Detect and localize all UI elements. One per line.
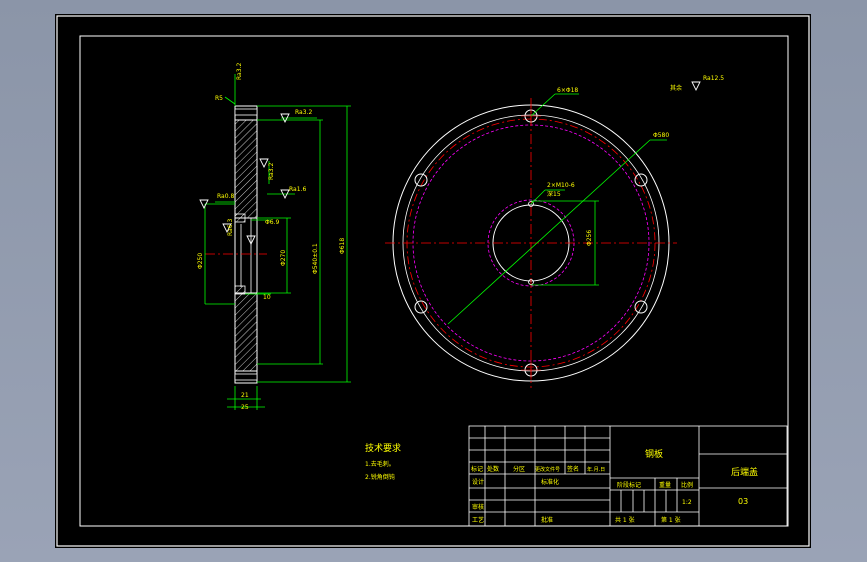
tb-header-zone: 分区 xyxy=(513,465,525,473)
pcd-label: Φ580 xyxy=(653,132,669,139)
dim-inner-finish: Ra1.6 xyxy=(289,186,306,193)
tb-process: 工艺 xyxy=(472,516,484,524)
dim-dia-outer: Φ618 xyxy=(339,238,346,254)
groove-bottom xyxy=(234,285,246,295)
cad-drawing: Ra3.2 R5 Ra3.2 Ra3.2 Ra1.6 Ra0.8 Φ6.9 Ra… xyxy=(56,15,810,547)
rest-finish-prefix: 其余 xyxy=(670,84,682,92)
groove-top xyxy=(234,213,246,223)
tb-part-name: 钢板 xyxy=(645,448,663,460)
dim-dia-bore: Φ270 xyxy=(280,250,287,266)
notes-title: 技术要求 xyxy=(365,442,401,454)
tb-header-docno: 更改文件号 xyxy=(535,466,560,473)
notes-item-2: 2.锐角倒钝 xyxy=(365,473,395,481)
dim-face-finish: Ra3.2 xyxy=(295,109,312,116)
dim-step: 10 xyxy=(263,294,271,301)
dim-bore-finish: Ra0.8 xyxy=(217,193,234,200)
dim-width-total: 25 xyxy=(241,404,249,411)
tb-stage: 阶段标记 xyxy=(617,481,641,489)
tb-review: 审核 xyxy=(472,503,484,511)
tb-drawing-no: 03 xyxy=(738,497,748,506)
section-hatch-upper xyxy=(234,119,258,219)
section-view: Ra3.2 R5 Ra3.2 Ra3.2 Ra1.6 Ra0.8 Φ6.9 Ra… xyxy=(197,63,351,411)
tb-standardize: 标准化 xyxy=(541,478,559,486)
section-hole-top xyxy=(234,108,258,116)
bolt-hole-2 xyxy=(634,173,648,187)
tb-drawing-name: 后端盖 xyxy=(731,466,758,478)
tb-header-date: 年.月.日 xyxy=(587,466,605,473)
section-hole-bottom xyxy=(234,373,258,381)
dim-outer-finish: Ra6.3 xyxy=(227,219,234,236)
tb-sheet-no: 第 1 张 xyxy=(661,516,681,524)
bolt-hole-6 xyxy=(414,173,428,187)
tb-approve: 批准 xyxy=(541,516,553,524)
section-hatch-lower xyxy=(234,292,258,372)
bore-label: Φ256 xyxy=(586,230,593,246)
tb-weight: 重量 xyxy=(659,481,671,489)
dim-dia-inner: Φ250 xyxy=(197,253,204,269)
tb-scale-value: 1:2 xyxy=(682,499,692,506)
notes-item-1: 1.去毛刺。 xyxy=(365,460,395,468)
dim-dia-groove: Φ6.9 xyxy=(265,219,279,226)
dim-width-inner: 21 xyxy=(241,392,249,399)
inner-frame xyxy=(79,35,789,527)
plan-view: 6×Φ18 Φ580 2×M10-6 深15 Φ256 其余 Ra12.5 xyxy=(385,75,724,388)
tb-header-count: 处数 xyxy=(487,465,499,473)
tapped-depth: 深15 xyxy=(547,190,561,198)
dim-top-size: Ra3.2 xyxy=(236,63,243,80)
tb-header-mark: 标记 xyxy=(471,465,483,473)
tb-sheets: 共 1 张 xyxy=(615,516,635,524)
section-bore xyxy=(234,217,258,294)
dim-chamfer: R5 xyxy=(215,95,223,102)
rest-finish: Ra12.5 xyxy=(703,75,724,82)
cad-viewport[interactable]: Ra3.2 R5 Ra3.2 Ra3.2 Ra1.6 Ra0.8 Φ6.9 Ra… xyxy=(55,14,811,548)
tb-scale: 比例 xyxy=(681,481,693,489)
tb-header-sign: 签名 xyxy=(567,465,579,473)
dim-groove-finish: Ra3.2 xyxy=(268,163,275,180)
rest-finish-symbol xyxy=(691,81,701,92)
tb-design: 设计 xyxy=(472,478,484,486)
outer-frame xyxy=(56,15,810,547)
dim-dia-pcd: Φ540±0.1 xyxy=(312,243,319,274)
tapped-label: 2×M10-6 xyxy=(547,182,575,189)
holes-label: 6×Φ18 xyxy=(557,87,578,94)
